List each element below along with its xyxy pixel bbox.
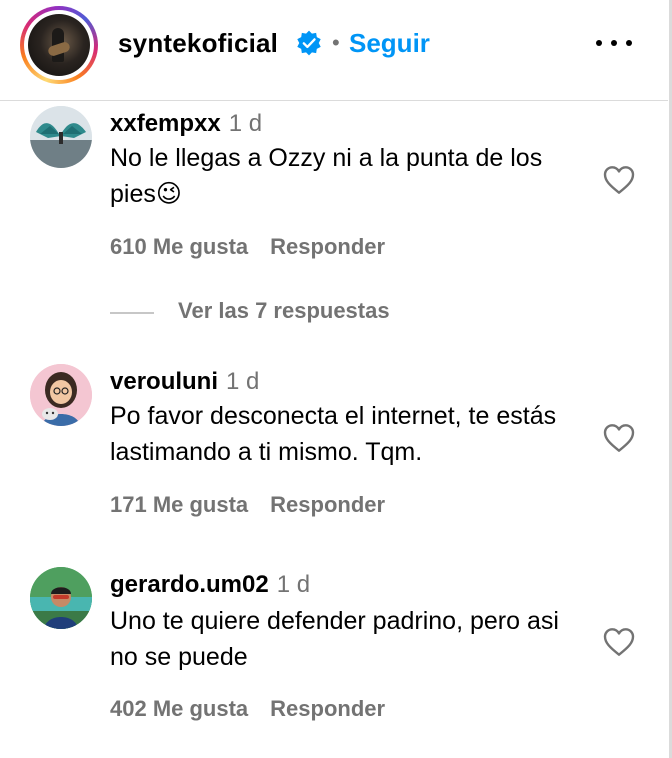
separator-dot: • xyxy=(332,30,340,55)
profile-avatar[interactable] xyxy=(20,6,98,84)
comment-text: Uno te quiere defender padrino, pero asi… xyxy=(110,607,559,671)
reply-button[interactable]: Responder xyxy=(270,696,385,721)
heart-icon[interactable] xyxy=(603,165,635,195)
comment-timestamp: 1 d xyxy=(276,571,311,598)
heart-icon[interactable] xyxy=(603,423,635,453)
avatar[interactable] xyxy=(30,364,92,426)
comment-timestamp: 1 d xyxy=(228,110,263,137)
comment-text: No le llegas a Ozzy ni a la punta de los… xyxy=(110,144,543,208)
avatar[interactable] xyxy=(30,106,92,168)
avatar[interactable] xyxy=(30,567,92,629)
reply-button[interactable]: Responder xyxy=(270,234,385,259)
comment-username[interactable]: xxfempxx xyxy=(110,110,221,137)
like-count[interactable]: 402 Me gusta xyxy=(110,696,248,721)
comment-username[interactable]: verouluni xyxy=(110,368,218,395)
heart-icon[interactable] xyxy=(603,627,635,657)
reply-button[interactable]: Responder xyxy=(270,492,385,517)
post-header: syntekoficial • Seguir xyxy=(0,0,668,101)
like-count[interactable]: 171 Me gusta xyxy=(110,492,248,517)
comment-username[interactable]: gerardo.um02 xyxy=(110,571,269,598)
header-username[interactable]: syntekoficial xyxy=(118,28,278,59)
verified-badge-icon xyxy=(297,30,321,56)
divider-line xyxy=(110,312,154,314)
comment-timestamp: 1 d xyxy=(226,368,260,395)
more-options-icon[interactable] xyxy=(594,40,634,50)
follow-button[interactable]: Seguir xyxy=(349,28,430,59)
view-replies-label: Ver las 7 respuestas xyxy=(178,298,390,323)
like-count[interactable]: 610 Me gusta xyxy=(110,234,248,259)
comment-text: Po favor desconecta el internet, te está… xyxy=(110,402,557,466)
